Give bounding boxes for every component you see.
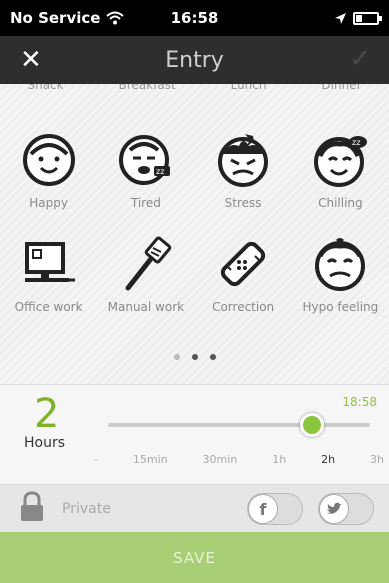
carrier-label: No Service [10, 9, 101, 27]
mood-label: Chilling [318, 196, 363, 210]
status-right [334, 11, 382, 25]
stress-face-icon [218, 134, 269, 187]
confirm-check-icon[interactable]: ✓ [349, 44, 371, 74]
icon-grid: Happy zz Tired Stress zz Chilling Office… [0, 132, 389, 314]
activity-label: Office work [14, 300, 83, 314]
mood-row: Happy zz Tired Stress zz Chilling [0, 132, 389, 210]
activity-label: Manual work [107, 300, 185, 314]
activity-label: Hypo feeling [302, 300, 379, 314]
activity-label: Correction [212, 300, 275, 314]
slider-knob[interactable] [300, 413, 325, 437]
computer-icon [24, 242, 75, 282]
twitter-toggle[interactable] [318, 493, 374, 525]
duration-value: 2 [34, 391, 60, 437]
page-dot[interactable] [209, 354, 216, 360]
page-dot[interactable] [173, 354, 180, 360]
page-dot[interactable] [191, 354, 198, 360]
facebook-icon: f [248, 494, 278, 524]
page-title: Entry [165, 47, 224, 73]
duration-slider[interactable] [108, 413, 370, 437]
meal-category-strip: Snack Breakfast Lunch Dinner [0, 84, 389, 92]
lock-icon[interactable] [18, 490, 46, 527]
category-dinner[interactable]: Dinner [321, 84, 361, 92]
mood-chilling[interactable]: zz Chilling [292, 132, 388, 210]
tick-label: 3h [369, 453, 384, 466]
tick-label: 30min [202, 453, 238, 466]
mood-label: Tired [130, 196, 161, 210]
entry-picker: Snack Breakfast Lunch Dinner Happy zz Ti… [0, 84, 389, 384]
save-button[interactable]: SAVE [0, 532, 389, 583]
hypo-face-icon [315, 238, 366, 291]
tired-face-icon: zz [118, 135, 170, 185]
tick-label: - [94, 453, 98, 466]
tick-label: 1h [272, 453, 287, 466]
battery-icon [353, 11, 382, 25]
twitter-icon [319, 494, 349, 524]
facebook-toggle[interactable]: f [247, 493, 303, 525]
mood-label: Stress [224, 196, 262, 210]
svg-text:zz: zz [156, 167, 164, 176]
duration-panel: 2 Hours 18:58 - 15min 30min 1h 2h 3h [0, 384, 389, 484]
page-indicator[interactable] [0, 354, 389, 360]
activity-manual-work[interactable]: Manual work [98, 236, 194, 314]
activity-correction[interactable]: Correction [195, 236, 291, 314]
mood-happy[interactable]: Happy [1, 132, 97, 210]
mood-stress[interactable]: Stress [195, 132, 291, 210]
activity-hypo-feeling[interactable]: Hypo feeling [292, 236, 388, 314]
happy-face-icon [22, 134, 75, 186]
duration-unit: Hours [24, 435, 66, 451]
category-breakfast[interactable]: Breakfast [119, 84, 176, 92]
spatula-icon [125, 236, 172, 291]
close-icon[interactable]: ✕ [20, 45, 42, 75]
mood-tired[interactable]: zz Tired [98, 132, 194, 210]
location-arrow-icon [335, 12, 346, 24]
category-snack[interactable]: Snack [27, 84, 63, 92]
mood-label: Happy [29, 196, 68, 210]
activity-office-work[interactable]: Office work [1, 236, 97, 314]
status-bar: No Service 16:58 [0, 0, 389, 36]
bandage-icon [220, 241, 266, 287]
nav-bar: ✕ Entry ✓ [0, 36, 389, 84]
carrier-info: No Service [10, 9, 125, 27]
duration-ticks: - 15min 30min 1h 2h 3h [94, 453, 384, 466]
private-label: Private [62, 500, 111, 517]
privacy-row: Private f [0, 484, 389, 532]
category-lunch[interactable]: Lunch [231, 84, 267, 92]
chilling-face-icon: zz [314, 136, 368, 187]
wifi-icon [106, 11, 125, 25]
tick-label: 15min [132, 453, 168, 466]
activity-row: Office work Manual work Correction Hypo … [0, 236, 389, 314]
entry-time[interactable]: 18:58 [342, 395, 377, 409]
svg-text:zz: zz [352, 138, 360, 147]
tick-label-selected: 2h [321, 453, 336, 466]
